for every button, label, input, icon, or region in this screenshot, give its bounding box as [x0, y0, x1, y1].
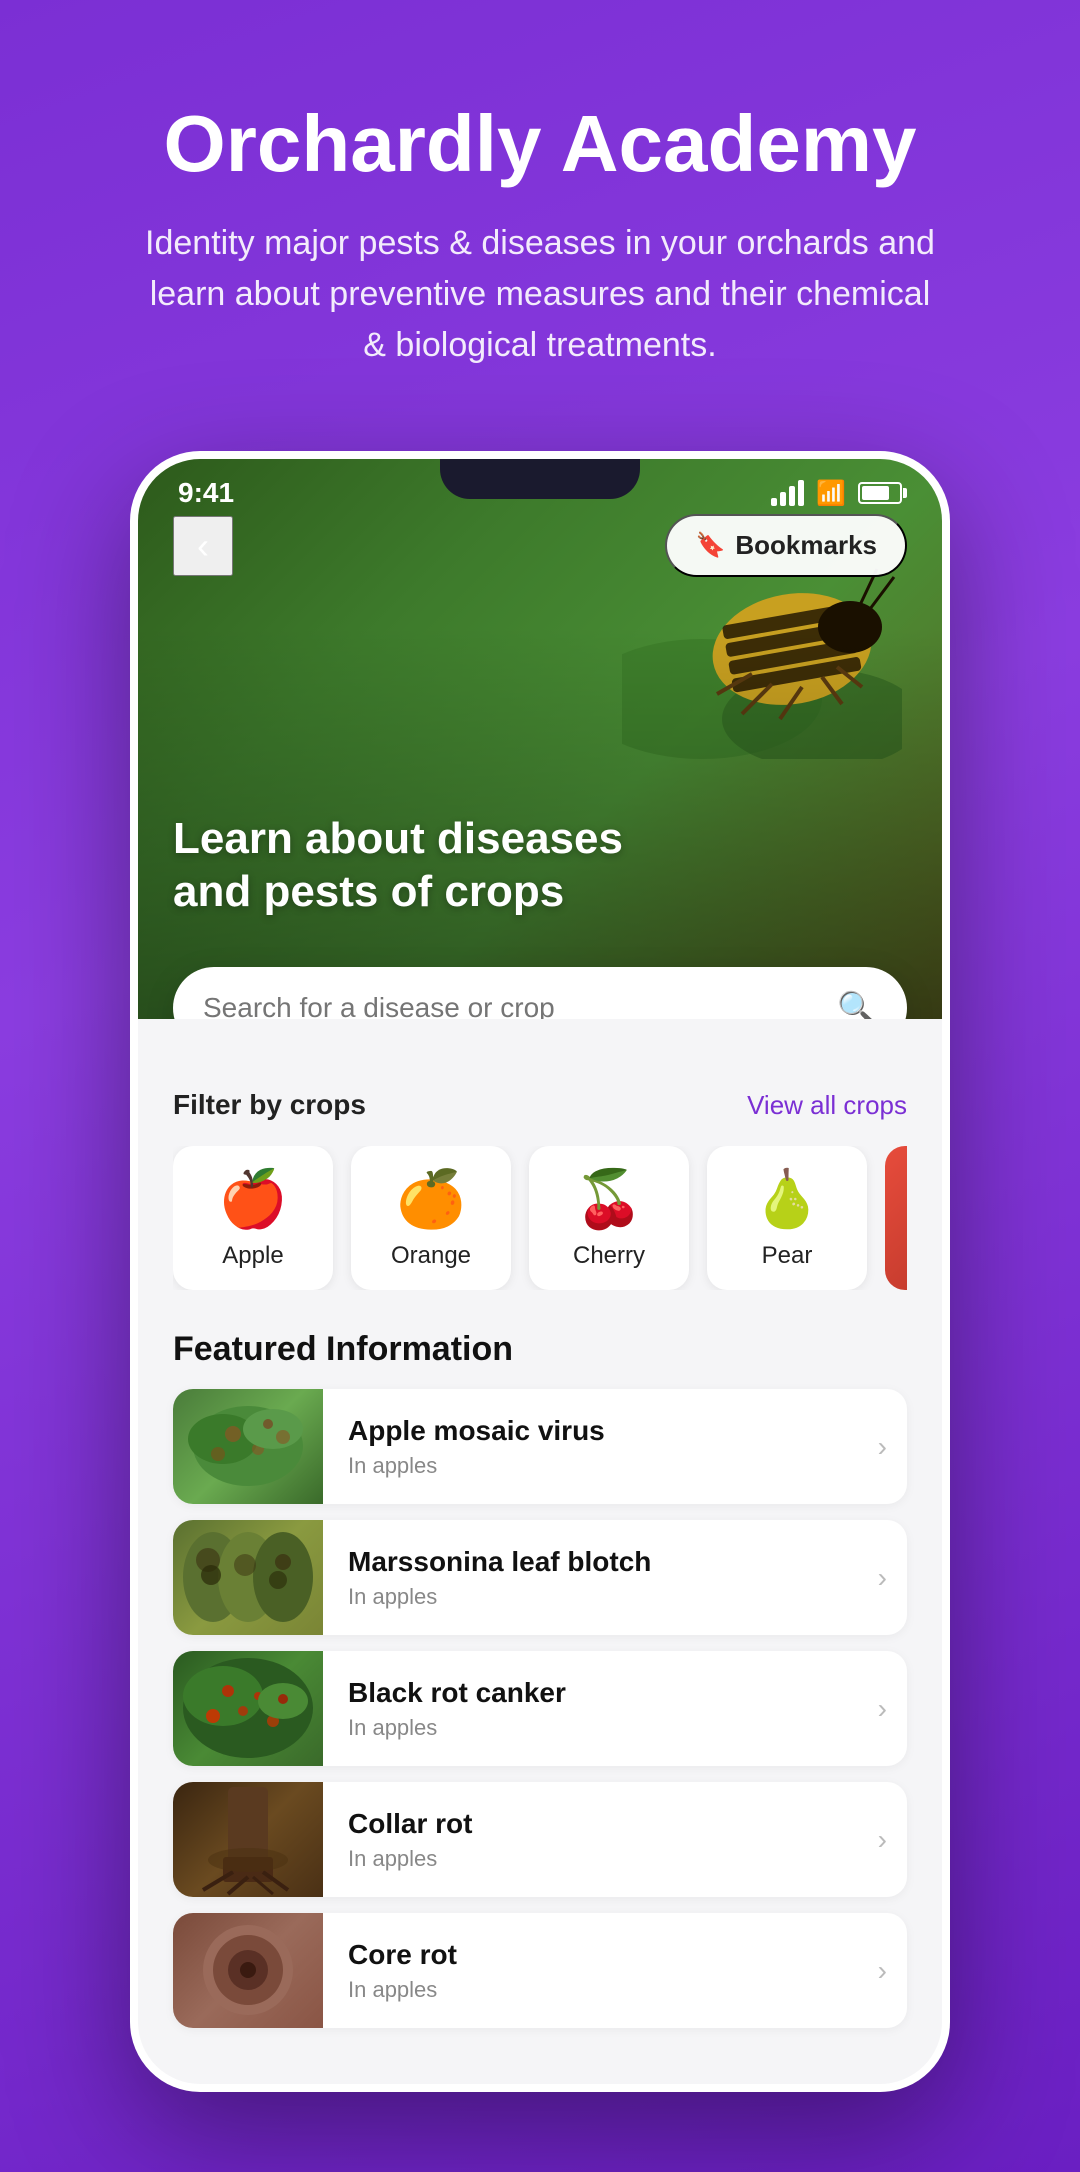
disease-thumbnail-3: [173, 1782, 323, 1897]
hero-text-block: Learn about diseasesand pests of crops: [173, 813, 907, 919]
crop-chip-apple[interactable]: 🍎 Apple: [173, 1146, 333, 1290]
signal-bar-4: [798, 480, 804, 506]
disease-item-0[interactable]: Apple mosaic virus In apples ›: [173, 1389, 907, 1504]
disease-item-4[interactable]: Core rot In apples ›: [173, 1913, 907, 2028]
crop-chip-orange[interactable]: 🍊 Orange: [351, 1146, 511, 1290]
disease-item-3[interactable]: Collar rot In apples ›: [173, 1782, 907, 1897]
disease-info-2: Black rot canker In apples: [323, 1657, 878, 1761]
chevron-right-icon-3: ›: [878, 1824, 907, 1856]
disease-subtitle-1: In apples: [348, 1584, 853, 1610]
disease-thumbnail-2: [173, 1651, 323, 1766]
disease-info-0: Apple mosaic virus In apples: [323, 1395, 878, 1499]
orange-emoji: 🍊: [396, 1166, 466, 1232]
disease-thumbnail-4: [173, 1913, 323, 2028]
orange-label: Orange: [391, 1242, 471, 1270]
view-all-crops-link[interactable]: View all crops: [747, 1090, 907, 1121]
wifi-icon: 📶: [816, 479, 846, 508]
search-bar: 🔍: [173, 967, 907, 1019]
disease-name-2: Black rot canker: [348, 1677, 853, 1709]
disease-subtitle-2: In apples: [348, 1715, 853, 1741]
crop-chip-pear[interactable]: 🍐 Pear: [707, 1146, 867, 1290]
bookmark-icon: 🔖: [695, 531, 725, 560]
hero-nav: ‹ 🔖 Bookmarks: [138, 514, 942, 577]
signal-bars-icon: [771, 480, 804, 506]
bookmarks-button[interactable]: 🔖 Bookmarks: [665, 514, 907, 577]
featured-info-title: Featured Information: [173, 1330, 907, 1369]
chevron-right-icon-0: ›: [878, 1431, 907, 1463]
bookmarks-label: Bookmarks: [735, 530, 877, 561]
disease-name-1: Marssonina leaf blotch: [348, 1546, 853, 1578]
page-subtitle: Identity major pests & diseases in your …: [140, 218, 940, 371]
back-chevron-icon: ‹: [197, 525, 209, 567]
signal-bar-3: [789, 486, 795, 506]
disease-subtitle-0: In apples: [348, 1453, 853, 1479]
disease-info-1: Marssonina leaf blotch In apples: [323, 1526, 878, 1630]
disease-name-4: Core rot: [348, 1939, 853, 1971]
chevron-right-icon-1: ›: [878, 1562, 907, 1594]
hero-section: ‹ 🔖 Bookmarks Learn about diseasesand pe…: [138, 459, 942, 1019]
disease-name-3: Collar rot: [348, 1808, 853, 1840]
disease-thumbnail-1: [173, 1520, 323, 1635]
phone-notch: [440, 459, 640, 499]
apple-emoji: 🍎: [218, 1166, 288, 1232]
disease-item-2[interactable]: Black rot canker In apples ›: [173, 1651, 907, 1766]
crop-chips-list: 🍎 Apple 🍊 Orange 🍒 Cherry 🍐 Pear: [173, 1146, 907, 1290]
hero-title: Learn about diseasesand pests of crops: [173, 813, 907, 919]
chevron-right-icon-2: ›: [878, 1693, 907, 1725]
filter-header: Filter by crops View all crops: [173, 1089, 907, 1121]
search-icon: 🔍: [837, 989, 877, 1019]
status-time: 9:41: [178, 477, 234, 509]
search-container: 🔍: [173, 967, 907, 1019]
signal-bar-2: [780, 492, 786, 506]
disease-name-0: Apple mosaic virus: [348, 1415, 853, 1447]
cherry-emoji: 🍒: [574, 1166, 644, 1232]
disease-subtitle-4: In apples: [348, 1977, 853, 2003]
phone-frame: 9:41 📶: [130, 451, 950, 2092]
disease-subtitle-3: In apples: [348, 1846, 853, 1872]
battery-fill: [862, 486, 889, 500]
back-button[interactable]: ‹: [173, 516, 233, 576]
battery-icon: [858, 482, 902, 504]
chevron-right-icon-4: ›: [878, 1955, 907, 1987]
crop-chip-cherry[interactable]: 🍒 Cherry: [529, 1146, 689, 1290]
pear-emoji: 🍐: [752, 1166, 822, 1232]
disease-info-3: Collar rot In apples: [323, 1788, 878, 1892]
status-icons: 📶: [771, 479, 902, 508]
disease-item-1[interactable]: Marssonina leaf blotch In apples ›: [173, 1520, 907, 1635]
apple-label: Apple: [222, 1242, 283, 1270]
signal-bar-1: [771, 498, 777, 506]
disease-info-4: Core rot In apples: [323, 1919, 878, 2023]
search-input[interactable]: [203, 992, 837, 1019]
crop-chip-partial: [885, 1146, 907, 1290]
pear-label: Pear: [762, 1242, 813, 1270]
content-area: Filter by crops View all crops 🍎 Apple 🍊…: [138, 1019, 942, 2084]
filter-by-crops-label: Filter by crops: [173, 1089, 366, 1121]
cherry-label: Cherry: [573, 1242, 645, 1270]
page-title: Orchardly Academy: [164, 100, 917, 188]
disease-thumbnail-0: [173, 1389, 323, 1504]
